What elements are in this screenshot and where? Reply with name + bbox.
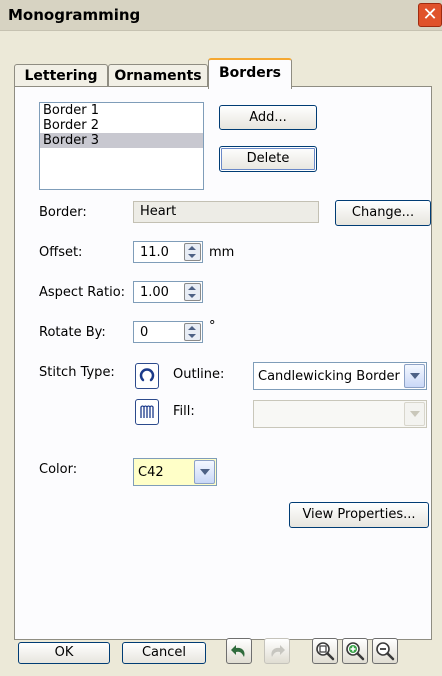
offset-unit: mm bbox=[209, 245, 235, 260]
border-label: Border: bbox=[39, 205, 87, 220]
color-label: Color: bbox=[39, 462, 78, 477]
list-item[interactable]: Border 2 bbox=[40, 118, 203, 133]
window-title: Monogramming bbox=[8, 6, 141, 24]
delete-button[interactable]: Delete bbox=[219, 146, 317, 172]
borders-listbox[interactable]: Border 1 Border 2 Border 3 bbox=[39, 102, 204, 190]
fill-label: Fill: bbox=[173, 404, 195, 419]
outline-stitch-icon bbox=[139, 368, 155, 382]
offset-label: Offset: bbox=[39, 245, 83, 260]
add-button[interactable]: Add... bbox=[219, 105, 317, 130]
tab-lettering[interactable]: Lettering bbox=[14, 64, 108, 87]
redo-icon bbox=[271, 645, 285, 657]
outline-label: Outline: bbox=[173, 367, 225, 382]
title-bar: Monogramming ✕ bbox=[0, 0, 442, 31]
color-value: C42 bbox=[138, 465, 164, 480]
tab-ornaments[interactable]: Ornaments bbox=[108, 64, 208, 87]
monogramming-dialog: Monogramming ✕ Lettering Ornaments Borde… bbox=[0, 0, 442, 676]
stitch-type-label: Stitch Type: bbox=[39, 365, 115, 380]
undo-icon bbox=[231, 645, 245, 657]
fill-stitch-select[interactable] bbox=[253, 400, 427, 428]
spin-arrows-icon[interactable] bbox=[184, 323, 201, 341]
close-button[interactable]: ✕ bbox=[418, 3, 442, 27]
zoom-in-button[interactable] bbox=[342, 638, 368, 664]
chevron-down-icon[interactable] bbox=[194, 460, 215, 484]
zoom-out-button[interactable] bbox=[372, 638, 398, 664]
fill-stitch-icon bbox=[140, 405, 154, 418]
color-select[interactable]: C42 bbox=[133, 458, 217, 486]
fill-stitch-button[interactable] bbox=[135, 399, 159, 425]
aspect-ratio-label: Aspect Ratio: bbox=[39, 285, 126, 300]
undo-button[interactable] bbox=[226, 638, 252, 664]
outline-stitch-select[interactable]: Candlewicking Border bbox=[253, 362, 427, 390]
outline-stitch-button[interactable] bbox=[135, 363, 159, 389]
spin-arrows-icon[interactable] bbox=[184, 243, 201, 261]
rotate-by-value: 0 bbox=[140, 325, 149, 340]
rotate-by-spinner[interactable]: 0 bbox=[133, 321, 203, 343]
borders-panel: Border 1 Border 2 Border 3 Add... Delete… bbox=[14, 86, 432, 640]
outline-stitch-value: Candlewicking Border bbox=[258, 369, 400, 384]
redo-button[interactable] bbox=[264, 638, 290, 664]
tab-borders[interactable]: Borders bbox=[208, 58, 292, 89]
spin-arrows-icon[interactable] bbox=[184, 283, 201, 301]
chevron-down-icon[interactable] bbox=[404, 364, 425, 388]
offset-value: 11.0 bbox=[140, 245, 169, 260]
aspect-ratio-spinner[interactable]: 1.00 bbox=[133, 281, 203, 303]
view-properties-button[interactable]: View Properties... bbox=[289, 502, 429, 528]
rotate-by-unit: ° bbox=[209, 319, 216, 334]
zoom-in-icon bbox=[346, 642, 365, 661]
list-item[interactable]: Border 1 bbox=[40, 103, 203, 118]
zoom-fit-icon bbox=[316, 642, 335, 661]
rotate-by-label: Rotate By: bbox=[39, 325, 106, 340]
offset-spinner[interactable]: 11.0 bbox=[133, 241, 203, 263]
cancel-button[interactable]: Cancel bbox=[122, 642, 206, 664]
change-button[interactable]: Change... bbox=[335, 200, 431, 226]
aspect-ratio-value: 1.00 bbox=[140, 285, 169, 300]
zoom-out-icon bbox=[376, 642, 395, 661]
zoom-fit-button[interactable] bbox=[312, 638, 338, 664]
list-item-selected[interactable]: Border 3 bbox=[40, 133, 203, 148]
ok-button[interactable]: OK bbox=[18, 642, 110, 664]
border-value: Heart bbox=[133, 201, 319, 223]
chevron-down-icon[interactable] bbox=[404, 402, 425, 426]
